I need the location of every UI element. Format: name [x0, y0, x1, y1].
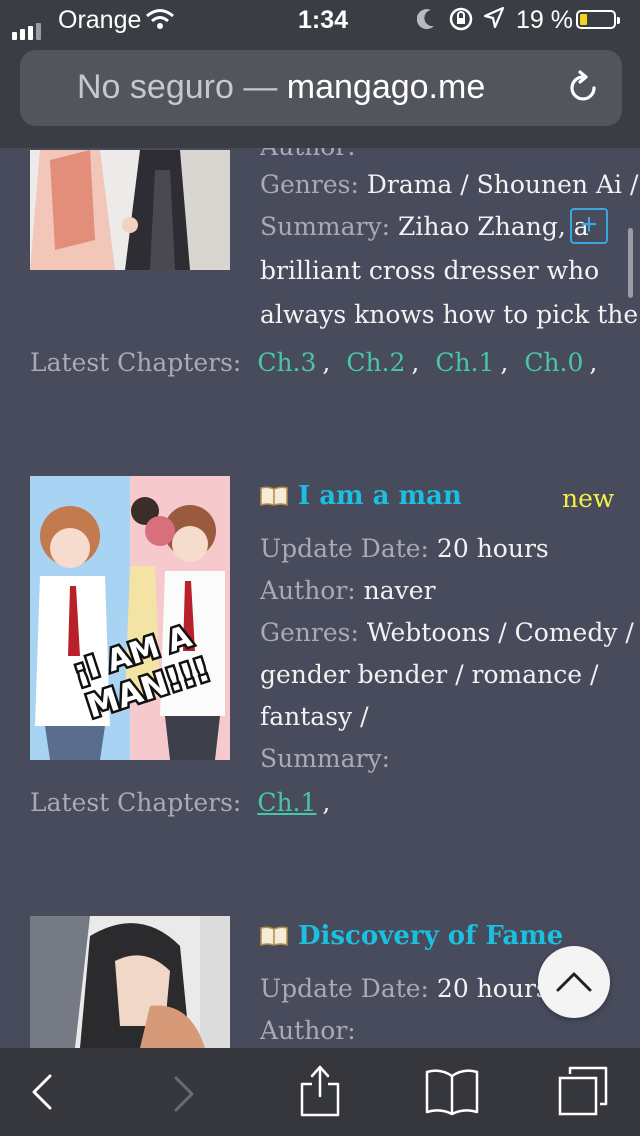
- rotation-lock-icon: [449, 7, 473, 31]
- share-icon[interactable]: [298, 1062, 342, 1118]
- moon-icon: [417, 9, 434, 30]
- manga-cover-1[interactable]: [30, 150, 230, 270]
- summary-row: Summary:: [260, 744, 390, 773]
- manga-title-link[interactable]: Discovery of Fame: [260, 921, 563, 951]
- chevron-left-icon[interactable]: [28, 1072, 58, 1112]
- latest-chapters: Latest Chapters: Ch.3, Ch.2, Ch.1, Ch.0,: [30, 348, 598, 377]
- signal-icon: [12, 11, 44, 40]
- update-date-label: Update Date:: [260, 974, 429, 1003]
- chapter-link[interactable]: Ch.2: [346, 348, 405, 377]
- latest-chapters-label: Latest Chapters:: [30, 788, 242, 817]
- summary-line: always knows how to pick the: [260, 300, 639, 329]
- update-date-label: Update Date:: [260, 534, 429, 563]
- domain: mangago.me: [286, 68, 486, 106]
- scroll-to-top-button[interactable]: [538, 946, 610, 1018]
- manga-title[interactable]: Discovery of Fame: [298, 921, 563, 951]
- chevron-up-icon: [556, 972, 592, 992]
- chapter-link[interactable]: Ch.3: [257, 348, 316, 377]
- carrier-name: Orange: [58, 6, 142, 34]
- wifi-icon: [146, 9, 174, 29]
- new-badge: new: [562, 484, 615, 513]
- genres-label: Genres:: [260, 618, 359, 647]
- book-icon: [260, 926, 288, 946]
- tabs-icon[interactable]: [556, 1064, 610, 1118]
- latest-chapters: Latest Chapters: Ch.1,: [30, 788, 331, 817]
- genres-value: Drama / Shounen Ai /: [358, 170, 639, 199]
- book-open-icon[interactable]: [424, 1068, 480, 1116]
- clock: 1:34: [298, 6, 349, 34]
- genres-row: Genres: Drama / Shounen Ai /: [260, 170, 638, 199]
- book-icon: [260, 486, 288, 506]
- summary-row: Summary: Zihao Zhang, a: [260, 212, 589, 241]
- url-separator: —: [233, 68, 287, 106]
- summary-text: Zihao Zhang, a: [390, 212, 589, 241]
- chapter-link[interactable]: Ch.1: [257, 788, 316, 817]
- update-date-row: Update Date: 20 hours: [260, 974, 549, 1003]
- manga-cover-2[interactable]: ¡I AM A MAN!!!: [30, 476, 230, 760]
- latest-chapters-label: Latest Chapters:: [30, 348, 242, 377]
- chapter-link[interactable]: Ch.0: [524, 348, 583, 377]
- expand-summary-button[interactable]: +: [570, 208, 608, 244]
- genres-row: Genres: Webtoons / Comedy /: [260, 618, 634, 647]
- url-text[interactable]: No seguro — mangago.me: [77, 68, 485, 107]
- genres-label: Genres:: [260, 170, 359, 199]
- chapter-link[interactable]: Ch.1: [435, 348, 494, 377]
- status-bar: Orange 1:34 19 %: [0, 0, 640, 42]
- author-row: Author:: [260, 1016, 356, 1045]
- update-date-value: 20 hours: [428, 534, 549, 563]
- summary-label: Summary:: [260, 744, 391, 773]
- browser-top-bar: Orange 1:34 19 % No seguro — mangago.me: [0, 0, 640, 148]
- browser-toolbar: [0, 1048, 640, 1136]
- manga-cover-3[interactable]: [30, 916, 230, 1048]
- summary-label: Summary:: [260, 212, 391, 241]
- chevron-right-icon[interactable]: [168, 1074, 198, 1114]
- author-value: naver: [355, 576, 436, 605]
- battery-icon: [576, 10, 620, 29]
- security-warning: No seguro: [77, 68, 234, 106]
- update-date-row: Update Date: 20 hours: [260, 534, 549, 563]
- location-icon: [483, 6, 505, 29]
- address-bar[interactable]: No seguro — mangago.me: [20, 50, 622, 126]
- author-row: Author: naver: [260, 576, 436, 605]
- battery-percent: 19 %: [516, 6, 573, 34]
- genres-line: fantasy /: [260, 702, 369, 731]
- manga-title[interactable]: I am a man: [298, 481, 462, 511]
- update-date-value: 20 hours: [428, 974, 549, 1003]
- scrollbar[interactable]: [628, 228, 633, 298]
- genres-line: gender bender / romance /: [260, 660, 599, 689]
- reload-icon[interactable]: [566, 70, 602, 106]
- author-label: Author:: [260, 1016, 356, 1045]
- summary-line: brilliant cross dresser who: [260, 256, 600, 285]
- manga-title-link[interactable]: I am a man: [260, 481, 462, 511]
- genres-value: Webtoons / Comedy /: [358, 618, 634, 647]
- author-label: Author:: [260, 576, 356, 605]
